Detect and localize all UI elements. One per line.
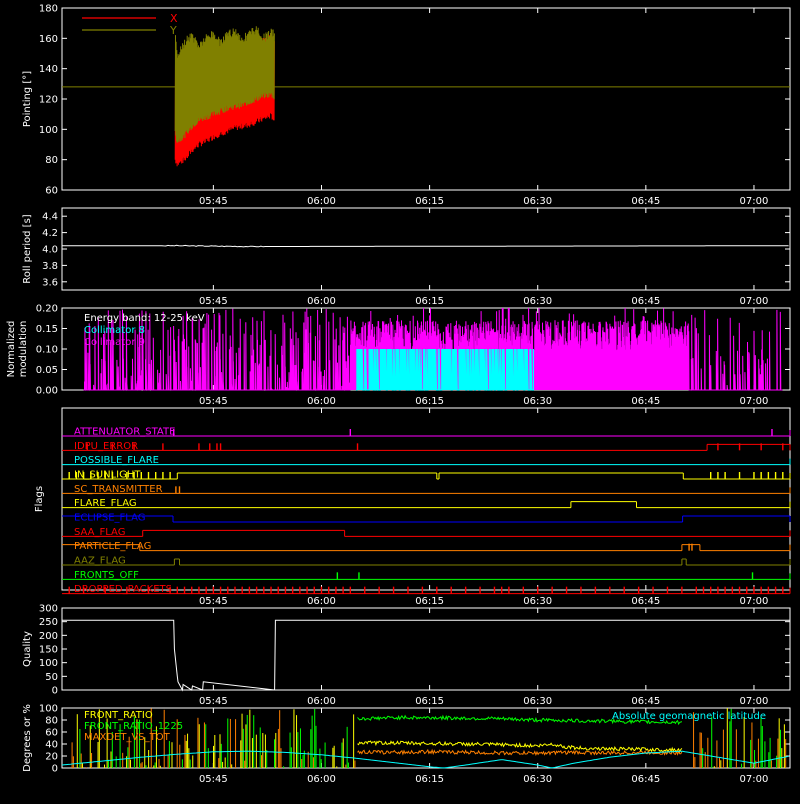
roll_period-ylabel: Roll period [s] — [22, 214, 33, 283]
modulation-ytick-label: 0.05 — [36, 365, 58, 376]
pointing-xtick-label: 05:45 — [199, 196, 228, 207]
roll_period-xtick-label: 05:45 — [199, 296, 228, 307]
flag-label: ATTENUATOR_STATE — [74, 427, 175, 438]
roll_period-xtick-label: 06:45 — [631, 296, 660, 307]
legend-collimator-8: Collimator 8 — [84, 325, 145, 336]
pointing-xtick-label: 06:30 — [523, 196, 552, 207]
quality-ytick-label: 50 — [45, 672, 58, 683]
flags-xtick-label: 06:15 — [415, 596, 444, 607]
roll_period-ytick-label: 3.6 — [42, 277, 58, 288]
pointing-ytick-label: 100 — [39, 125, 58, 136]
modulation-xtick-label: 07:00 — [740, 396, 769, 407]
flags-xtick-label: 06:45 — [631, 596, 660, 607]
pointing-xtick-label: 06:45 — [631, 196, 660, 207]
flag-label: SC_TRANSMITTER — [74, 484, 163, 495]
modulation-ytick-label: 0.15 — [36, 324, 58, 335]
ratios-ytick-label: 20 — [45, 752, 58, 763]
quality-xtick-label: 05:45 — [199, 696, 228, 707]
flag-label: POSSIBLE_FLARE — [74, 455, 159, 466]
roll_period-ytick-label: 3.8 — [42, 261, 58, 272]
flags-xtick-label: 07:00 — [740, 596, 769, 607]
ratios-xtick-label: 07:00 — [740, 774, 769, 785]
quality-ytick-label: 100 — [39, 658, 58, 669]
ratios-ytick-label: 60 — [45, 728, 58, 739]
roll_period-xtick-label: 06:30 — [523, 296, 552, 307]
quality-xtick-label: 06:15 — [415, 696, 444, 707]
flags-xtick-label: 05:45 — [199, 596, 228, 607]
pointing-ytick-label: 160 — [39, 34, 58, 45]
ratios-xtick-label: 06:30 — [523, 774, 552, 785]
quality-ytick-label: 200 — [39, 631, 58, 642]
modulation-ylabel-line1: Normalized — [6, 321, 17, 378]
quality-ylabel: Quality — [22, 631, 33, 667]
modulation-ytick-label: 0.00 — [36, 386, 58, 397]
figure-canvas: 05:45 06:00 06:15 06:30 06:45 07:006080100120… — [0, 0, 800, 800]
quality-xtick-label: 06:30 — [523, 696, 552, 707]
ratios-xtick-label: 06:15 — [415, 774, 444, 785]
flag-label: IDPU_ERROR — [74, 441, 138, 452]
modulation-xtick-label: 06:30 — [523, 396, 552, 407]
flag-label: AAZ_FLAG — [74, 556, 126, 567]
ratios-ytick-label: 80 — [45, 716, 58, 727]
ratios-xtick-label: 06:45 — [631, 774, 660, 785]
pointing-ylabel: Pointing [°] — [22, 71, 33, 127]
modulation-collimator-8 — [356, 348, 535, 391]
rhessi-quicklook-figure: 05:45 06:00 06:15 06:30 06:45 07:00 60 80 100 120… — [0, 0, 800, 800]
flag-label: IN_SUNLIGHT — [74, 470, 141, 481]
roll_period-ytick-label: 4.2 — [42, 228, 58, 239]
quality-ytick-label: 150 — [39, 645, 58, 656]
modulation-xtick-label: 06:00 — [307, 396, 336, 407]
modulation-xtick-label: 05:45 — [199, 396, 228, 407]
flag-label: FLARE_FLAG — [74, 498, 137, 509]
pointing-ytick-label: 180 — [39, 4, 58, 15]
modulation-ylabel-line2: modulation — [18, 321, 29, 378]
pointing-xtick-label: 06:00 — [307, 196, 336, 207]
legend-maxdet-vs-tot: MAXDET_VS_TOT — [84, 732, 171, 743]
flag-label: PARTICLE_FLAG — [74, 541, 151, 552]
quality-xtick-label: 06:00 — [307, 696, 336, 707]
legend-label-y: Y — [169, 24, 177, 37]
ratios-xtick-label: 05:45 — [199, 774, 228, 785]
pointing-ytick-label: 80 — [45, 155, 58, 166]
roll_period-xtick-label: 06:15 — [415, 296, 444, 307]
flag-label: ECLIPSE_FLAG — [74, 513, 145, 524]
ratios-xtick-label: 06:00 — [307, 774, 336, 785]
roll_period-xtick-label: 06:00 — [307, 296, 336, 307]
ratios-ytick-label: 0 — [52, 764, 58, 775]
legend-front-ratio-1225: FRONT_RATIO_1225 — [84, 721, 183, 732]
pointing-ytick-label: 60 — [45, 186, 58, 197]
quality-ytick-label: 250 — [39, 617, 58, 628]
ratios-ytick-label: 100 — [39, 704, 58, 715]
flag-label: FRONTS_OFF — [74, 570, 139, 581]
quality-xtick-label: 07:00 — [740, 696, 769, 707]
roll_period-ytick-label: 4.0 — [42, 245, 58, 256]
geomagnetic-latitude-label: Absolute geomagnetic latitude — [612, 711, 766, 722]
modulation-xtick-label: 06:45 — [631, 396, 660, 407]
flags-xtick-label: 06:00 — [307, 596, 336, 607]
roll_period-xtick-label: 07:00 — [740, 296, 769, 307]
modulation-ytick-label: 0.10 — [36, 345, 58, 356]
pointing-ytick-label: 120 — [39, 95, 58, 106]
flag-label: SAA_FLAG — [74, 527, 125, 538]
modulation-energy-band: Energy band: 12-25 keV — [84, 313, 205, 324]
quality-ytick-label: 300 — [39, 604, 58, 615]
ratios-ylabel: Degrees or % — [22, 704, 33, 772]
ratios-ytick-label: 40 — [45, 740, 58, 751]
pointing-ytick-label: 140 — [39, 64, 58, 75]
flags-xtick-label: 06:30 — [523, 596, 552, 607]
flag-label: DROPPED_PACKETS — [74, 584, 172, 595]
pointing-xtick-label: 06:15 — [415, 196, 444, 207]
roll_period-ytick-label: 4.4 — [42, 212, 58, 223]
modulation-xtick-label: 06:15 — [415, 396, 444, 407]
flags-ylabel: Flags — [34, 486, 45, 512]
pointing-xtick-label: 07:00 — [740, 196, 769, 207]
legend-collimator-9: Collimator 9 — [84, 337, 145, 348]
quality-ytick-label: 0 — [52, 686, 58, 697]
modulation-ytick-label: 0.20 — [36, 304, 58, 315]
legend-front-ratio: FRONT_RATIO — [84, 710, 153, 721]
quality-xtick-label: 06:45 — [631, 696, 660, 707]
